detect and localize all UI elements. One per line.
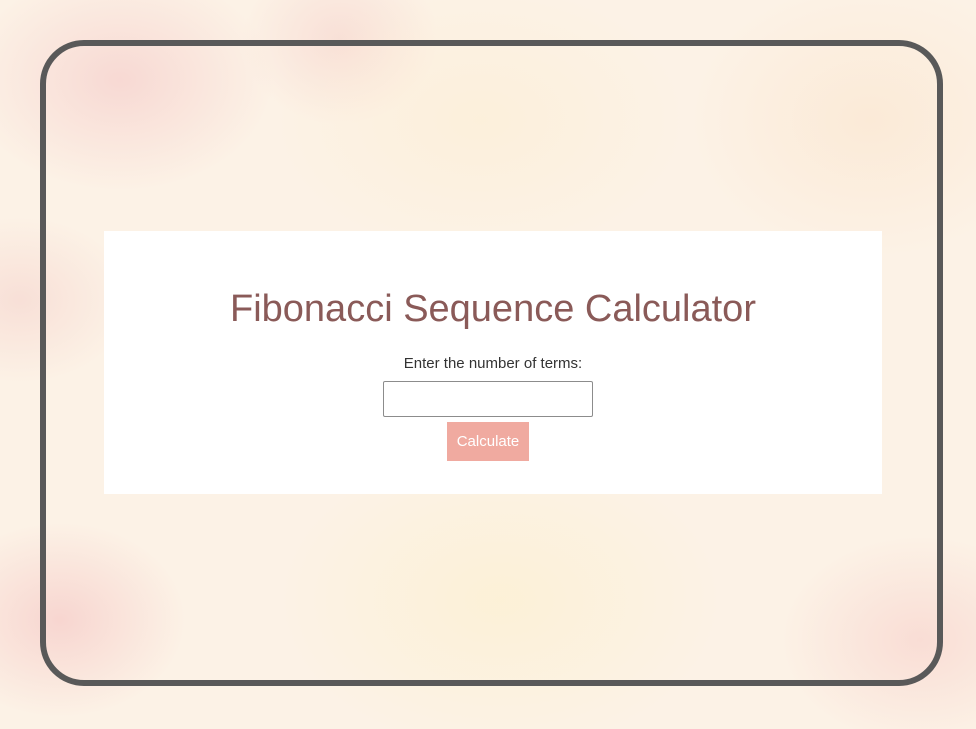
calculator-card: Fibonacci Sequence Calculator Enter the … [104,231,882,494]
terms-input[interactable] [383,381,593,417]
calculate-button[interactable]: Calculate [447,422,529,461]
terms-input-label: Enter the number of terms: [403,355,583,372]
page-title: Fibonacci Sequence Calculator [230,288,756,330]
